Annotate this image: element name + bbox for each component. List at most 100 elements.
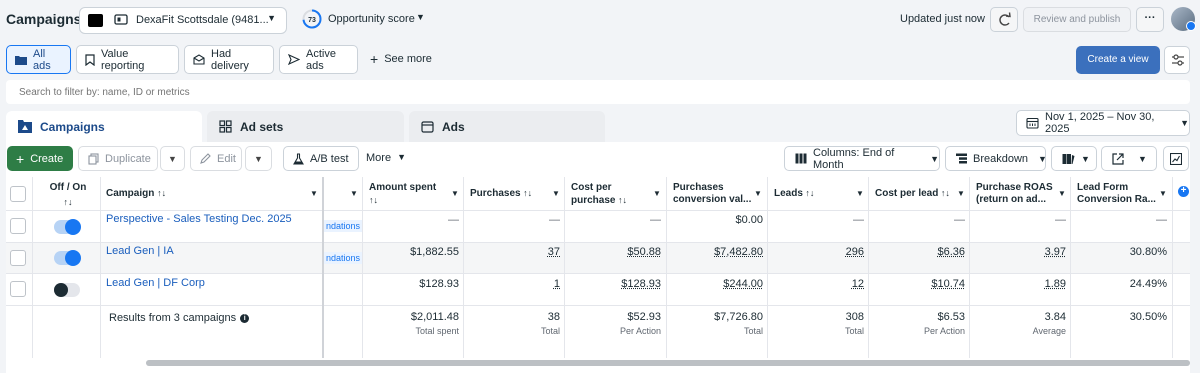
columns-label: Columns: End of Month (813, 146, 895, 171)
cell-cost-per-lead[interactable]: $6.36 (869, 246, 965, 258)
columns-button[interactable]: Columns: End of Month ▼ (784, 146, 940, 171)
header-label: Amount spent (369, 182, 437, 193)
cell-leads[interactable]: 296 (768, 246, 864, 258)
more-button[interactable]: More ▼ (366, 152, 406, 164)
header-amount-spent[interactable]: Amount spent ↑↓ (363, 177, 463, 210)
chevron-down-icon[interactable]: ▼ (416, 12, 425, 22)
reports-button[interactable]: ▼ (1051, 146, 1097, 171)
opportunity-score-label[interactable]: Opportunity score (328, 13, 415, 25)
row-checkbox[interactable] (10, 281, 26, 297)
tab-campaigns[interactable]: Campaigns (6, 111, 202, 142)
add-column-icon[interactable]: + (1178, 186, 1189, 197)
chevron-down-icon[interactable]: ▼ (310, 189, 318, 198)
campaign-toggle[interactable] (54, 250, 81, 266)
opportunity-score-ring[interactable]: 73 (302, 9, 322, 29)
horizontal-scrollbar-thumb[interactable] (146, 360, 1190, 366)
cell-cost-per-lead[interactable]: $10.74 (869, 278, 965, 290)
info-icon[interactable]: i (240, 313, 250, 323)
search-input[interactable] (6, 80, 1190, 104)
inbox-icon (193, 54, 205, 65)
duplicate-button[interactable]: Duplicate (78, 146, 158, 171)
cell-purchases[interactable]: 37 (464, 246, 560, 258)
cell-amount-spent: $1,882.55 (410, 246, 459, 258)
chevron-down-icon[interactable]: ▼ (451, 189, 459, 198)
header-label: Purchase ROAS (976, 182, 1053, 193)
cell-lead-form-rate: 24.49% (1129, 278, 1167, 290)
charts-button[interactable] (1163, 146, 1189, 171)
create-button[interactable]: + Create (7, 146, 73, 171)
header-cost-per-purchase[interactable]: Cost per purchase ↑↓ (565, 177, 666, 210)
cell-cost-per-purchase[interactable]: $128.93 (565, 278, 661, 290)
header-lead-form-rate[interactable]: Lead Form Conversion Ra... (1071, 177, 1172, 210)
more-label: More (366, 152, 392, 164)
edit-button[interactable]: Edit (190, 146, 242, 171)
row-checkbox[interactable] (10, 250, 26, 266)
header-label: purchase (571, 195, 616, 206)
duplicate-dropdown[interactable]: ▼ (160, 146, 185, 171)
header-label: Off / On (49, 182, 87, 193)
filter-had-delivery[interactable]: Had delivery (184, 45, 274, 74)
header-campaign[interactable]: Campaign ↑↓ (100, 177, 322, 210)
campaign-toggle[interactable] (54, 219, 81, 235)
ab-test-button[interactable]: A/B test (283, 146, 359, 171)
plus-icon: + (16, 150, 25, 167)
edit-dropdown[interactable]: ▼ (245, 146, 272, 171)
chevron-down-icon[interactable]: ▼ (350, 189, 358, 198)
filter-active-ads[interactable]: Active ads (279, 45, 358, 74)
review-publish-button[interactable]: Review and publish (1023, 7, 1131, 32)
send-icon (288, 54, 300, 65)
campaign-icon (18, 120, 32, 133)
campaign-toggle[interactable] (54, 283, 80, 297)
export-button[interactable]: ▼ (1101, 146, 1157, 171)
cell-roas[interactable]: 1.89 (970, 278, 1066, 290)
total-roas: 3.84 (1044, 311, 1066, 323)
more-options-button[interactable]: ··· (1136, 7, 1164, 32)
campaign-name-link[interactable]: Perspective - Sales Testing Dec. 2025 (106, 213, 292, 225)
tab-ad-sets[interactable]: Ad sets (207, 111, 404, 142)
recommendations-badge[interactable]: ndations (324, 220, 363, 232)
sort-icon: ↑↓ (802, 188, 815, 198)
page-title: Campaigns (6, 11, 82, 27)
chevron-down-icon[interactable]: ▼ (1058, 189, 1066, 198)
header-off-on[interactable]: Off / On ↑↓ (36, 177, 100, 210)
account-name: DexaFit Scottsdale (9481... (136, 14, 269, 26)
ad-account-icon (114, 13, 128, 27)
toggle-knob (65, 219, 81, 235)
chevron-down-icon[interactable]: ▼ (754, 189, 762, 198)
cell-cost-per-purchase[interactable]: $50.88 (565, 246, 661, 258)
filter-value-reporting[interactable]: Value reporting (76, 45, 179, 74)
cell-purchases-value[interactable]: $244.00 (667, 278, 763, 290)
view-settings-button[interactable] (1164, 46, 1190, 74)
filter-all-ads[interactable]: All ads (6, 45, 71, 74)
row-checkbox[interactable] (10, 218, 26, 234)
cell-leads[interactable]: 12 (768, 278, 864, 290)
recommendations-badge[interactable]: ndations (324, 252, 363, 264)
header-leads[interactable]: Leads ↑↓ (768, 177, 868, 210)
create-view-button[interactable]: Create a view (1076, 46, 1160, 74)
cell-purchases-value[interactable]: $7,482.80 (667, 246, 763, 258)
header-purchases-conversion-value[interactable]: Purchases conversion val... (667, 177, 767, 210)
header-purchase-roas[interactable]: Purchase ROAS (return on ad... (970, 177, 1070, 210)
header-purchases[interactable]: Purchases ↑↓ (464, 177, 564, 210)
chevron-down-icon[interactable]: ▼ (1159, 189, 1167, 198)
total-cost-per-lead-sub: Per Action (923, 326, 965, 336)
breakdown-button[interactable]: Breakdown ▼ (945, 146, 1047, 171)
cell-roas[interactable]: 3.97 (970, 246, 1066, 258)
chevron-down-icon[interactable]: ▼ (653, 189, 661, 198)
refresh-button[interactable] (990, 7, 1018, 32)
opportunity-score-value: 73 (308, 17, 316, 24)
campaign-name-link[interactable]: Lead Gen | DF Corp (106, 277, 205, 289)
date-range-picker[interactable]: Nov 1, 2025 – Nov 30, 2025 ▼ (1016, 110, 1190, 136)
bookmark-icon (85, 53, 95, 66)
header-cost-per-lead[interactable]: Cost per lead ↑↓ (869, 177, 969, 210)
see-more-button[interactable]: + See more (370, 52, 432, 66)
select-all-checkbox[interactable] (10, 186, 26, 202)
chevron-down-icon[interactable]: ▼ (552, 189, 560, 198)
cell-purchases[interactable]: 1 (464, 278, 560, 290)
chevron-down-icon[interactable]: ▼ (856, 189, 864, 198)
tab-ads[interactable]: Ads (409, 111, 605, 142)
campaign-name-link[interactable]: Lead Gen | IA (106, 245, 174, 257)
account-selector[interactable]: DexaFit Scottsdale (9481... ▼ (79, 7, 287, 34)
chevron-down-icon[interactable]: ▼ (957, 189, 965, 198)
duplicate-icon (88, 152, 99, 165)
